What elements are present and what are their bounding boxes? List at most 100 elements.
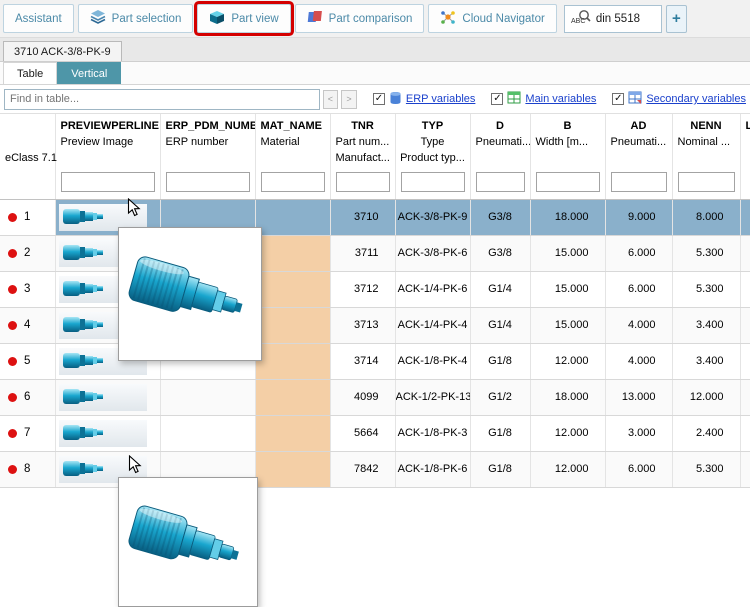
filter-cell-preview bbox=[55, 166, 161, 200]
filter-input-nenn[interactable] bbox=[677, 172, 735, 193]
cell-material bbox=[255, 451, 331, 488]
main-variables-link[interactable]: Main variables bbox=[525, 93, 596, 105]
filter-cell-num bbox=[0, 166, 56, 200]
column-desc2-preview bbox=[55, 150, 161, 166]
filter-input-d[interactable] bbox=[475, 172, 525, 193]
tab-vertical-view[interactable]: Vertical bbox=[57, 62, 122, 84]
column-header-mat[interactable]: MAT_NAME bbox=[255, 114, 331, 134]
cell-tnr: 3712 bbox=[330, 271, 396, 308]
cell-ad: 9.000 bbox=[605, 199, 673, 236]
cell-material bbox=[255, 343, 331, 380]
cell-b: 15.000 bbox=[530, 307, 606, 344]
row-number: 8 bbox=[24, 463, 31, 476]
cell-row-number: 2 bbox=[0, 235, 56, 272]
cell-row-number: 7 bbox=[0, 415, 56, 452]
filter-input-b[interactable] bbox=[535, 172, 600, 193]
find-next-button[interactable]: > bbox=[341, 89, 357, 109]
table-row[interactable]: 8 7842 ACK-1/8-PK-6 G1/8 12.000 6.000 5.300 bbox=[0, 451, 750, 488]
part-thumbnail-image bbox=[62, 389, 103, 404]
column-desc-tnr: Part num... bbox=[330, 134, 396, 150]
tab-part-view-label: Part view bbox=[231, 12, 279, 25]
column-header-typ[interactable]: TYP bbox=[395, 114, 471, 134]
erp-variables-link[interactable]: ERP variables bbox=[406, 93, 476, 105]
table-row[interactable]: 2 3711 ACK-3/8-PK-6 G3/8 15.000 6.000 5.300 bbox=[0, 235, 750, 272]
table-row[interactable]: 3 3712 ACK-1/4-PK-6 G1/4 15.000 6.000 5.300 bbox=[0, 271, 750, 308]
add-search-tab-button[interactable]: + bbox=[665, 4, 687, 33]
column-header-nenn[interactable]: NENN bbox=[672, 114, 741, 134]
cell-ad: 6.000 bbox=[605, 271, 673, 308]
search-input[interactable]: din 5518 bbox=[596, 13, 640, 25]
search-box[interactable]: ABC din 5518 bbox=[563, 4, 662, 33]
part-preview-popup bbox=[118, 227, 262, 361]
cell-typ: ACK-1/8-PK-6 bbox=[395, 451, 471, 488]
cell-tnr: 3713 bbox=[330, 307, 396, 344]
find-in-table-input[interactable] bbox=[4, 88, 320, 110]
erp-variables-checkbox[interactable]: ✓ bbox=[372, 93, 385, 105]
cell-b: 18.000 bbox=[530, 379, 606, 416]
column-desc2-ad bbox=[605, 150, 673, 166]
secondary-variables-link[interactable]: Secondary variables bbox=[646, 93, 746, 105]
mouse-cursor bbox=[128, 455, 142, 474]
filter-input-mat[interactable] bbox=[260, 172, 325, 193]
cell-erp-number bbox=[160, 379, 256, 416]
filter-cell-d bbox=[470, 166, 531, 200]
column-header-erp[interactable]: ERP_PDM_NUMBER bbox=[160, 114, 256, 134]
cube-icon bbox=[209, 10, 225, 28]
column-header-l[interactable]: L bbox=[740, 114, 750, 134]
part-thumbnail[interactable] bbox=[58, 419, 147, 447]
status-dot-red bbox=[8, 248, 17, 258]
secondary-variables-toggle: ✓ Secondary variables bbox=[612, 91, 746, 107]
secondary-variables-icon bbox=[628, 91, 642, 107]
tab-cloud-navigator[interactable]: Cloud Navigator bbox=[428, 4, 557, 33]
column-desc2-typ: Product typ... bbox=[395, 150, 471, 166]
column-header-preview[interactable]: PREVIEWPERLINE bbox=[55, 114, 161, 134]
find-prev-button[interactable]: < bbox=[322, 89, 339, 109]
cell-material bbox=[255, 199, 331, 236]
cell-typ: ACK-1/8-PK-4 bbox=[395, 343, 471, 380]
part-thumbnail-image bbox=[62, 317, 103, 332]
filter-cell-b bbox=[530, 166, 606, 200]
tab-part-selection[interactable]: Part selection bbox=[77, 4, 194, 33]
cell-l bbox=[740, 451, 750, 488]
cell-l bbox=[740, 379, 750, 416]
cell-row-number: 8 bbox=[0, 451, 56, 488]
column-desc2-erp bbox=[160, 150, 256, 166]
main-variables-checkbox[interactable]: ✓ bbox=[491, 93, 504, 105]
part-document-tab[interactable]: 3710 ACK-3/8-PK-9 bbox=[3, 41, 122, 61]
secondary-variables-checkbox[interactable]: ✓ bbox=[612, 93, 625, 105]
cell-preview bbox=[55, 379, 161, 416]
filter-input-tnr[interactable] bbox=[335, 172, 390, 193]
cell-typ: ACK-3/8-PK-6 bbox=[395, 235, 471, 272]
tab-assistant[interactable]: Assistant bbox=[3, 4, 74, 33]
table-row[interactable]: 7 5664 ACK-1/8-PK-3 G1/8 12.000 3.000 2.400 bbox=[0, 415, 750, 452]
cell-nenn: 3.400 bbox=[672, 307, 741, 344]
column-header-b[interactable]: B bbox=[530, 114, 606, 134]
column-header-ad[interactable]: AD bbox=[605, 114, 673, 134]
table-row[interactable]: 4 3713 ACK-1/4-PK-4 G1/4 15.000 4.000 3.400 bbox=[0, 307, 750, 344]
filter-input-typ[interactable] bbox=[400, 172, 465, 193]
table-row[interactable]: 1 3710 ACK-3/8-PK-9 G3/8 18.000 9.000 8.000 bbox=[0, 199, 750, 236]
table-row[interactable]: 6 4099 ACK-1/2-PK-13 G1/2 18.000 13.000 12.000 bbox=[0, 379, 750, 416]
cell-tnr: 5664 bbox=[330, 415, 396, 452]
status-dot-red bbox=[8, 212, 17, 222]
column-header-tnr[interactable]: TNR bbox=[330, 114, 396, 134]
eclass-label: eClass 7.1 bbox=[0, 150, 57, 166]
tab-part-view[interactable]: Part view bbox=[197, 4, 291, 33]
part-thumbnail[interactable] bbox=[58, 383, 147, 411]
cell-material bbox=[255, 235, 331, 272]
cell-b: 12.000 bbox=[530, 343, 606, 380]
filter-input-erp[interactable] bbox=[165, 172, 250, 193]
column-header-d[interactable]: D bbox=[470, 114, 531, 134]
filter-input-ad[interactable] bbox=[610, 172, 667, 193]
column-desc2-mat bbox=[255, 150, 331, 166]
tab-part-comparison[interactable]: Part comparison bbox=[294, 4, 425, 33]
filter-input-preview[interactable] bbox=[60, 172, 155, 193]
row-number: 7 bbox=[24, 427, 31, 440]
tab-table-view[interactable]: Table bbox=[3, 62, 58, 84]
cell-ad: 6.000 bbox=[605, 235, 673, 272]
column-desc-preview: Preview Image bbox=[55, 134, 161, 150]
compare-icon bbox=[307, 10, 323, 27]
table-row[interactable]: 5 3714 ACK-1/8-PK-4 G1/8 12.000 4.000 3.400 bbox=[0, 343, 750, 380]
cell-b: 18.000 bbox=[530, 199, 606, 236]
status-dot-red bbox=[8, 320, 17, 330]
